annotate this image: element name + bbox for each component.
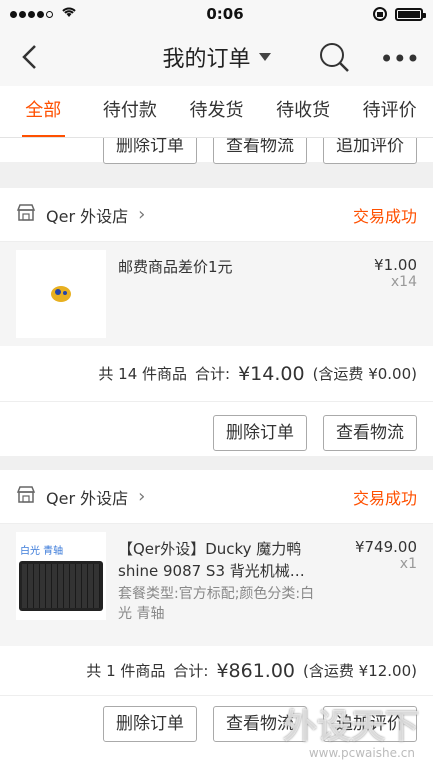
tab-pending-receipt[interactable]: 待收货 — [260, 86, 347, 137]
order-total: ¥861.00 — [216, 659, 296, 682]
product-title: 【Qer外设】Ducky 魔力鸭 shine 9087 S3 背光机械… — [118, 540, 305, 580]
total-label: 合计: — [195, 365, 231, 383]
order-summary: 共 1 件商品 合计: ¥861.00 (含运费 ¥12.00) — [0, 646, 433, 696]
view-logistics-button[interactable]: 查看物流 — [213, 138, 307, 164]
product-sku: 套餐类型:官方标配;颜色分类:白光 青轴 — [118, 586, 315, 622]
order-status: 交易成功 — [352, 206, 417, 226]
shop-name: Qer 外设店 — [46, 488, 129, 508]
product-image — [16, 250, 106, 338]
keyboard-image — [19, 560, 103, 611]
product-title: 邮费商品差价1元 — [118, 258, 233, 276]
order-item[interactable]: 白光 青轴 【Qer外设】Ducky 魔力鸭 shine 9087 S3 背光机… — [0, 524, 433, 646]
page-title[interactable]: 我的订单 — [162, 41, 271, 73]
watermark-logo: 外设天下 — [283, 707, 419, 747]
order-summary: 共 14 件商品 合计: ¥14.00 (含运费 ¥0.00) — [0, 346, 433, 402]
order-card: Qer 外设店 › 交易成功 邮费商品差价1元 ¥1.00 x14 共 14 件… — [0, 188, 433, 456]
product-quantity: x14 — [390, 274, 417, 290]
rotation-lock-icon — [373, 7, 387, 21]
order-list[interactable]: 删除订单 查看物流 追加评价 Qer 外设店 › 交易成功 邮费商品差价1元 ¥… — [0, 138, 433, 768]
product-quantity: x1 — [399, 556, 417, 572]
tab-all[interactable]: 全部 — [0, 86, 87, 137]
item-count: 共 1 件商品 — [86, 662, 166, 680]
order-tabs: 全部 待付款 待发货 待收货 待评价 — [0, 86, 433, 138]
search-icon[interactable] — [318, 41, 350, 77]
battery-icon — [395, 7, 426, 21]
order-total: ¥14.00 — [238, 362, 305, 385]
more-icon[interactable]: ••• — [380, 47, 420, 71]
store-icon — [16, 203, 36, 226]
order-item[interactable]: 邮费商品差价1元 ¥1.00 x14 — [0, 242, 433, 346]
tab-pending-review[interactable]: 待评价 — [346, 86, 433, 137]
wifi-icon — [61, 6, 77, 22]
status-time: 0:06 — [206, 5, 244, 23]
chevron-left-icon — [22, 45, 36, 69]
watermark-url: www.pcwaishe.cn — [308, 746, 415, 760]
status-bar: 0:06 — [0, 0, 433, 28]
chevron-right-icon: › — [138, 486, 146, 507]
previous-order-actions: 删除订单 查看物流 追加评价 — [0, 138, 433, 164]
product-price: ¥749.00 — [354, 538, 417, 556]
shipping-fee: (含运费 ¥12.00) — [303, 662, 417, 680]
shipping-fee: (含运费 ¥0.00) — [312, 365, 417, 383]
view-logistics-button[interactable]: 查看物流 — [323, 415, 417, 451]
thumb-tag: 白光 青轴 — [20, 545, 64, 557]
shop-header[interactable]: Qer 外设店 › 交易成功 — [0, 470, 433, 524]
product-thumbnail-icon — [51, 286, 71, 302]
delete-order-button[interactable]: 删除订单 — [103, 706, 197, 742]
signal-icon — [10, 6, 77, 22]
delete-order-button[interactable]: 删除订单 — [103, 138, 197, 164]
nav-bar: 我的订单 ••• — [0, 28, 433, 86]
chevron-right-icon: › — [138, 204, 146, 225]
page-title-text: 我的订单 — [162, 47, 251, 72]
total-label: 合计: — [173, 662, 209, 680]
order-status: 交易成功 — [352, 488, 417, 508]
item-count: 共 14 件商品 — [98, 365, 188, 383]
add-review-button[interactable]: 追加评价 — [323, 138, 417, 164]
shop-header[interactable]: Qer 外设店 › 交易成功 — [0, 188, 433, 242]
back-button[interactable] — [14, 42, 44, 72]
shop-name: Qer 外设店 — [46, 206, 129, 226]
product-image: 白光 青轴 — [16, 532, 106, 620]
delete-order-button[interactable]: 删除订单 — [213, 415, 307, 451]
product-price: ¥1.00 — [374, 256, 417, 274]
tab-pending-shipment[interactable]: 待发货 — [173, 86, 260, 137]
store-icon — [16, 485, 36, 508]
tab-pending-payment[interactable]: 待付款 — [87, 86, 174, 137]
caret-down-icon — [258, 53, 271, 61]
